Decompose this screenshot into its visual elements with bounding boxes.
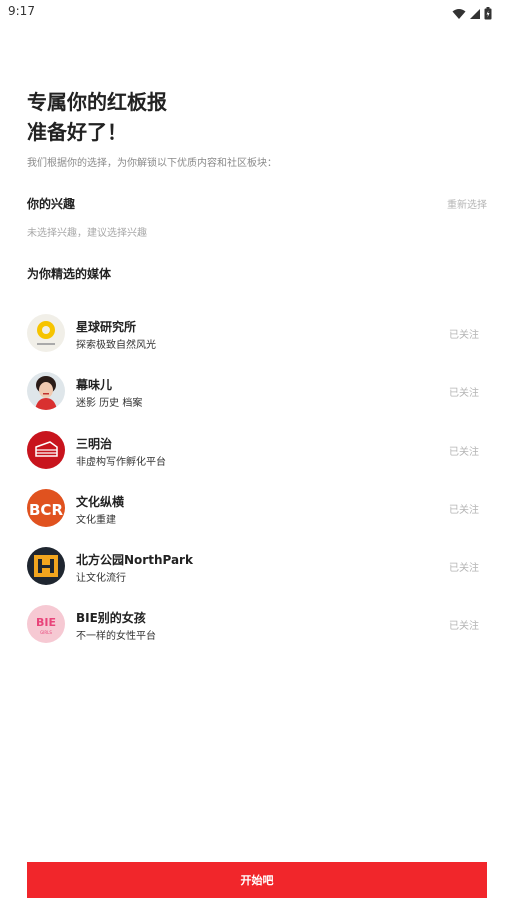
interests-empty-text: 未选择兴趣，建议选择兴趣 [27, 228, 147, 239]
media-desc: 探索极致自然风光 [76, 340, 156, 351]
media-name: BIE别的女孩 [76, 611, 146, 626]
muwei-avatar [27, 372, 65, 411]
sandwich-avatar [27, 430, 65, 469]
media-name: 文化纵横 [76, 494, 125, 509]
follow-status[interactable]: 已关注 [449, 559, 479, 574]
media-item-planet-institute[interactable]: 星球研究所 探索极致自然风光 已关注 [27, 314, 487, 372]
media-list: 星球研究所 探索极致自然风光 已关注 幕味儿 迷影 历史 档案 已关注 三明治 … [27, 314, 487, 664]
battery-icon [484, 5, 492, 24]
wifi-icon [452, 5, 466, 24]
status-icons [452, 5, 492, 24]
start-button[interactable]: 开始吧 [27, 862, 487, 898]
svg-text:BCR: BCR [29, 501, 63, 519]
northpark-avatar [27, 547, 65, 586]
media-item-sandwich[interactable]: 三明治 非虚构写作孵化平台 已关注 [27, 430, 487, 489]
follow-status[interactable]: 已关注 [449, 326, 479, 341]
svg-text:GIRLS: GIRLS [40, 630, 52, 635]
status-bar: 9:17 [0, 0, 514, 24]
media-section-title: 为你精选的媒体 [27, 267, 112, 281]
media-item-bie[interactable]: BIE GIRLS BIE别的女孩 不一样的女性平台 已关注 [27, 605, 487, 663]
svg-text:BIE: BIE [36, 616, 56, 629]
media-desc: 让文化流行 [76, 573, 126, 585]
planet-institute-avatar [27, 314, 65, 352]
media-name: 北方公园NorthPark [76, 553, 193, 568]
status-time: 9:17 [8, 4, 35, 18]
follow-status[interactable]: 已关注 [449, 617, 479, 632]
media-item-muwei[interactable]: 幕味儿 迷影 历史 档案 已关注 [27, 372, 487, 430]
bie-avatar: BIE GIRLS [27, 605, 65, 644]
interests-title: 你的兴趣 [27, 197, 76, 211]
page-subtitle: 我们根据你的选择，为你解锁以下优质内容和社区板块： [27, 158, 277, 169]
media-name: 三明治 [76, 436, 113, 451]
media-desc: 不一样的女性平台 [76, 631, 156, 643]
media-desc: 非虚构写作孵化平台 [76, 456, 166, 468]
media-item-bcr[interactable]: BCR 文化纵横 文化重建 已关注 [27, 488, 487, 547]
media-name: 幕味儿 [76, 378, 113, 393]
media-name: 星球研究所 [76, 320, 137, 334]
page-title-line2: 准备好了！ [27, 120, 127, 144]
reselect-button[interactable]: 重新选择 [447, 196, 487, 211]
page-title-line1: 专属你的红板报 [27, 90, 167, 114]
follow-status[interactable]: 已关注 [449, 443, 479, 458]
media-item-northpark[interactable]: 北方公园NorthPark 让文化流行 已关注 [27, 547, 487, 605]
media-desc: 文化重建 [76, 514, 116, 526]
follow-status[interactable]: 已关注 [449, 384, 479, 399]
follow-status[interactable]: 已关注 [449, 501, 479, 516]
page-headline: 专属你的红板报 准备好了！ [27, 87, 167, 147]
signal-icon [469, 5, 481, 24]
media-desc: 迷影 历史 档案 [76, 398, 143, 410]
bcr-avatar: BCR [27, 488, 65, 527]
